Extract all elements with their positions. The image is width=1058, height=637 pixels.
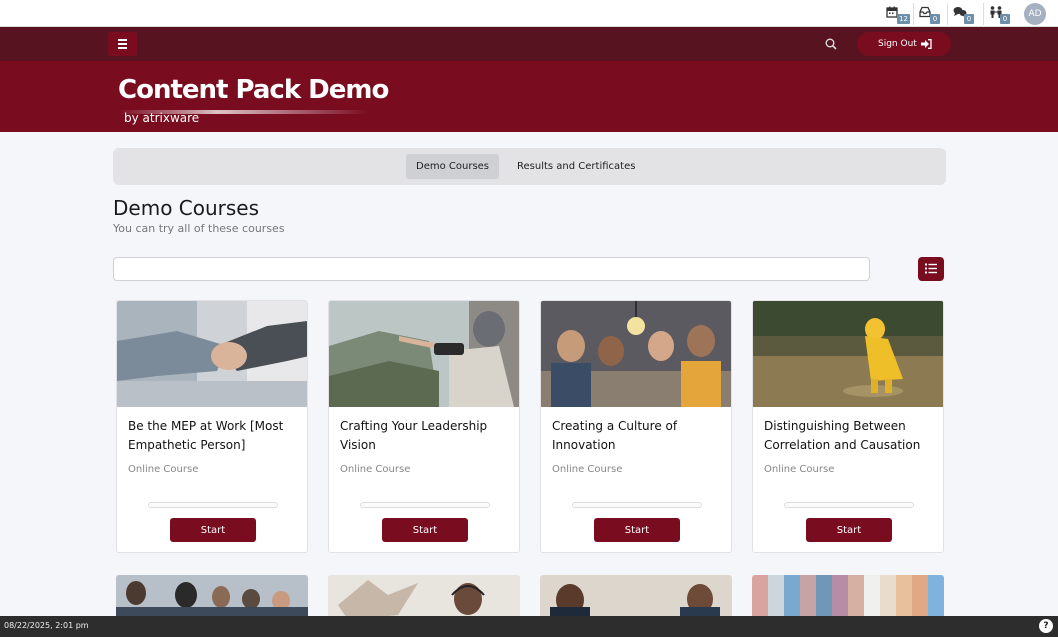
inbox-count: 0 <box>930 14 940 24</box>
course-type: Online Course <box>128 464 199 475</box>
list-icon <box>925 263 937 274</box>
footer-timestamp: 08/22/2025, 2:01 pm <box>4 621 89 630</box>
course-type: Online Course <box>552 464 623 475</box>
start-course-button[interactable]: Start <box>806 518 892 542</box>
section-tabs: Demo Courses Results and Certificates <box>113 148 946 185</box>
course-thumbnail-meeting <box>116 575 308 620</box>
start-course-button[interactable]: Start <box>170 518 256 542</box>
page-title: Demo Courses <box>113 196 260 220</box>
inbox-button[interactable]: 0 <box>913 3 947 25</box>
calendar-count: 12 <box>897 14 910 24</box>
start-course-button[interactable]: Start <box>382 518 468 542</box>
site-banner: Content Pack Demo by atrixware <box>0 61 1058 132</box>
search-icon[interactable] <box>825 38 837 50</box>
sign-out-icon <box>921 39 932 49</box>
hamburger-menu-button[interactable] <box>108 32 137 56</box>
people-button[interactable]: 0 <box>983 3 1017 25</box>
hamburger-icon <box>118 39 127 41</box>
utility-bar: 12 0 0 0 AD <box>0 0 1058 27</box>
course-thumbnail-color-swatches <box>752 575 944 620</box>
status-footer: 08/22/2025, 2:01 pm ? <box>0 616 1058 637</box>
course-type: Online Course <box>764 464 835 475</box>
sign-out-button[interactable]: Sign Out <box>857 32 951 56</box>
calendar-button[interactable]: 12 <box>884 3 914 25</box>
course-card[interactable]: Be the MEP at Work [Most Empathetic Pers… <box>116 300 308 553</box>
course-type: Online Course <box>340 464 411 475</box>
course-card[interactable]: Distinguishing Between Correlation and C… <box>752 300 944 553</box>
list-view-button[interactable] <box>918 257 944 281</box>
avatar[interactable]: AD <box>1024 3 1046 25</box>
chat-button[interactable]: 0 <box>947 3 981 25</box>
course-thumbnail-leadership-vision <box>329 301 519 407</box>
course-card-partial[interactable] <box>116 575 308 620</box>
course-card[interactable]: Crafting Your Leadership Vision Online C… <box>328 300 520 553</box>
course-thumbnail-business-talk <box>540 575 732 620</box>
tab-results-and-certificates[interactable]: Results and Certificates <box>507 154 645 179</box>
site-byline: by atrixware <box>124 111 200 125</box>
course-thumbnail-elbow-bump <box>117 301 307 407</box>
tab-demo-courses[interactable]: Demo Courses <box>406 154 500 179</box>
course-progress-bar <box>148 502 278 508</box>
course-progress-bar <box>784 502 914 508</box>
course-progress-bar <box>360 502 490 508</box>
help-button[interactable]: ? <box>1039 619 1053 633</box>
course-title[interactable]: Crafting Your Leadership Vision <box>340 417 512 455</box>
chat-count: 0 <box>964 14 974 24</box>
course-card-partial[interactable] <box>328 575 520 620</box>
course-card-partial[interactable] <box>540 575 732 620</box>
course-card[interactable]: Creating a Culture of Innovation Online … <box>540 300 732 553</box>
course-title[interactable]: Distinguishing Between Correlation and C… <box>764 417 936 455</box>
site-title: Content Pack Demo <box>118 75 389 105</box>
main-navbar: Sign Out <box>0 27 1058 61</box>
course-search-input[interactable] <box>113 257 870 281</box>
people-count: 0 <box>1000 14 1010 24</box>
course-progress-bar <box>572 502 702 508</box>
course-thumbnail-child-in-rain <box>753 301 943 407</box>
course-thumbnail-culture-of-innovation <box>541 301 731 407</box>
sign-out-label: Sign Out <box>878 39 917 49</box>
page-subtitle: You can try all of these courses <box>113 222 285 235</box>
start-course-button[interactable]: Start <box>594 518 680 542</box>
course-title[interactable]: Be the MEP at Work [Most Empathetic Pers… <box>128 417 300 455</box>
course-card-partial[interactable] <box>752 575 944 620</box>
course-thumbnail-call-center <box>328 575 520 620</box>
course-title[interactable]: Creating a Culture of Innovation <box>552 417 724 455</box>
